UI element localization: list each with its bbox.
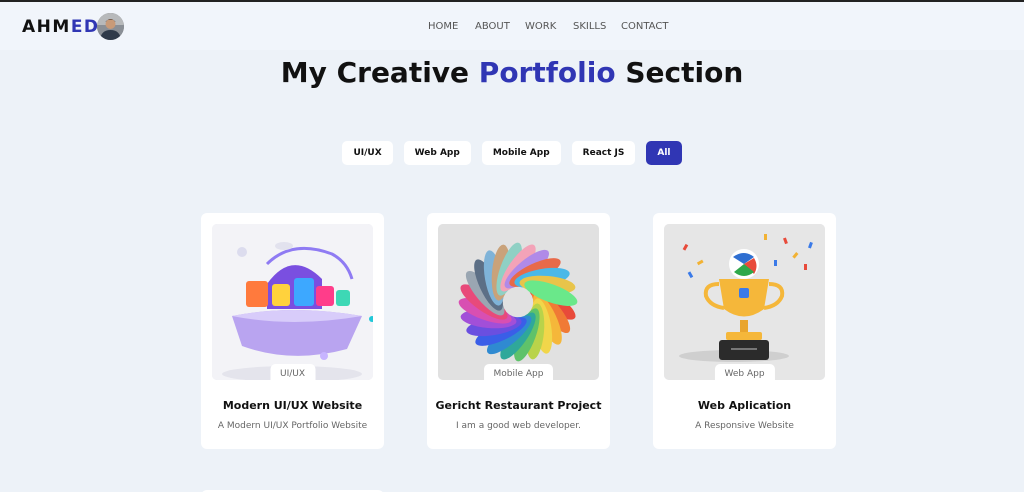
swatch-ring-center — [504, 288, 532, 316]
nav-about[interactable]: ABOUT — [475, 21, 510, 32]
card-description: A Modern UI/UX Portfolio Website — [217, 421, 368, 431]
card-description: I am a good web developer. — [456, 421, 581, 431]
portfolio-card-web-app[interactable]: Web App Web Aplication A Responsive Webs… — [653, 213, 836, 449]
card-title: Gericht Restaurant Project — [435, 399, 602, 412]
card-image-mobile-app — [438, 224, 599, 380]
filter-webapp-button[interactable]: Web App — [403, 141, 471, 165]
card-image-web-app — [664, 224, 825, 380]
avatar — [97, 13, 124, 40]
title-part2: Section — [615, 56, 744, 89]
brand-name-part1: AHM — [22, 17, 71, 37]
filter-reactjs-button[interactable]: React JS — [571, 141, 636, 165]
card-tag: Mobile App — [483, 364, 554, 382]
portfolio-card-uiux[interactable]: UI/UX Modern UI/UX Website A Modern UI/U… — [201, 213, 384, 449]
portfolio-card-mobile-app[interactable]: Mobile App Gericht Restaurant Project I … — [427, 213, 610, 449]
card-title: Modern UI/UX Website — [222, 399, 363, 412]
portfolio-cards: UI/UX Modern UI/UX Website A Modern UI/U… — [201, 213, 836, 449]
filter-uiux-button[interactable]: UI/UX — [342, 141, 393, 165]
card-description: A Responsive Website — [695, 421, 794, 431]
brand-logo[interactable]: AHMED — [22, 17, 100, 37]
card-tag: UI/UX — [269, 364, 316, 382]
title-part1: My Creative — [280, 56, 479, 89]
nav-skills[interactable]: SKILLS — [573, 21, 606, 32]
card-title: Web Aplication — [697, 399, 792, 412]
page-title: My Creative Portfolio Section — [0, 56, 1024, 89]
navbar: AHMED HOME ABOUT WORK SKILLS CONTACT — [0, 2, 1024, 50]
filter-all-button[interactable]: All — [646, 141, 682, 165]
card-image-uiux — [212, 224, 373, 380]
brand-name-part2: ED — [70, 17, 100, 37]
card-tag: Web App — [714, 364, 775, 382]
filter-bar: UI/UX Web App Mobile App React JS All — [0, 141, 1024, 165]
nav-contact[interactable]: CONTACT — [621, 21, 668, 32]
nav-work[interactable]: WORK — [525, 21, 556, 32]
title-accent: Portfolio — [478, 56, 616, 89]
filter-mobileapp-button[interactable]: Mobile App — [481, 141, 561, 165]
nav-home[interactable]: HOME — [428, 21, 458, 32]
